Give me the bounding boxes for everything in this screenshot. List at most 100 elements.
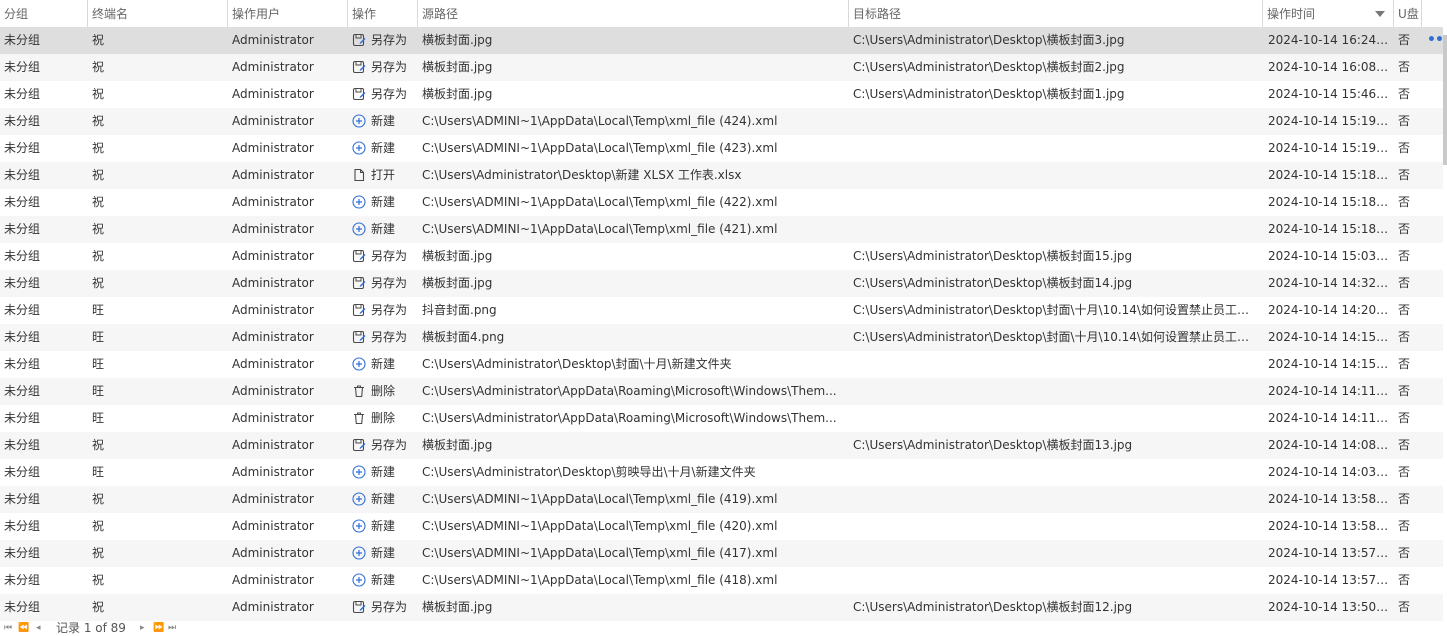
cell-target-path (853, 540, 1257, 567)
col-header-time-label: 操作时间 (1267, 7, 1316, 21)
cell-operation: 另存为 (352, 243, 414, 270)
operation-label: 新建 (371, 195, 396, 209)
table-row[interactable]: 未分组 祝 Administrator 另存为 横板封面.jpg C:\Users\Adm… (0, 54, 1443, 81)
scrollbar-thumb[interactable] (1443, 35, 1447, 165)
cell-terminal: 祝 (92, 87, 105, 101)
cell-time: 2024-10-14 14:11:17 (1268, 384, 1392, 398)
col-header-source-path[interactable]: 源路径 (418, 0, 849, 27)
cell-target-path (853, 486, 1257, 513)
save-as-icon (352, 57, 366, 74)
cell-group: 未分组 (4, 249, 41, 263)
cell-user: Administrator (232, 357, 314, 371)
cell-terminal: 祝 (92, 438, 105, 452)
table-row[interactable]: 未分组 祝 Administrator 另存为 横板封面.jpg C:\Users\Adm… (0, 81, 1443, 108)
cell-source-path: 横板封面.jpg (422, 438, 493, 452)
save-as-icon (352, 300, 366, 317)
cell-time: 2024-10-14 14:03:32 (1268, 465, 1392, 479)
col-header-target-path[interactable]: 目标路径 (849, 0, 1263, 27)
prev-page-icon[interactable]: ◂ (36, 620, 41, 636)
cell-usb: 否 (1398, 384, 1411, 398)
table-row[interactable]: 未分组 旺 Administrator 另存为 抖音封面.png C:\Users\Adm… (0, 297, 1443, 324)
col-header-terminal[interactable]: 终端名 (88, 0, 228, 27)
cell-group: 未分组 (4, 60, 41, 74)
cell-usb: 否 (1398, 465, 1411, 479)
next-page-icon[interactable]: ▸ (140, 620, 145, 636)
cell-time: 2024-10-14 13:57:11 (1268, 546, 1392, 560)
col-header-usb[interactable]: U盘 (1394, 0, 1422, 27)
save-as-icon (352, 327, 366, 344)
cell-usb: 否 (1398, 276, 1411, 290)
cell-usb: 否 (1398, 195, 1411, 209)
cell-time: 2024-10-14 15:19:11 (1268, 141, 1392, 155)
cell-terminal: 祝 (92, 573, 105, 587)
cell-usb: 否 (1398, 438, 1411, 452)
col-header-user[interactable]: 操作用户 (228, 0, 348, 27)
table-row[interactable]: 未分组 旺 Administrator 删除 C:\Users\Administrato… (0, 378, 1443, 405)
cell-time: 2024-10-14 15:46:50 (1268, 87, 1392, 101)
cell-source-path: 横板封面.jpg (422, 249, 493, 263)
cell-source-path: C:\Users\ADMINI~1\AppData\Local\Temp\xml… (422, 222, 778, 236)
table-row[interactable]: 未分组 旺 Administrator 新建 C:\Users\Administrato… (0, 459, 1443, 486)
table-body: 未分组祝 Administrator 另存为 横板封面.jpg C:\Users\Adm… (0, 27, 1447, 621)
cell-source-path: C:\Users\Administrator\AppData\Roaming\M… (422, 411, 837, 425)
cell-operation: 新建 (352, 189, 414, 216)
cell-user: Administrator (232, 60, 314, 74)
last-page-icon[interactable]: ⏭ (168, 620, 176, 636)
new-icon (352, 489, 366, 506)
prev-group-icon[interactable]: ⏪ (18, 620, 29, 636)
table-row[interactable]: 未分组 祝 Administrator 新建 C:\Users\ADMINI~1\App… (0, 567, 1443, 594)
cell-time: 2024-10-14 13:58:12 (1268, 519, 1392, 533)
cell-time: 2024-10-14 15:18:12 (1268, 222, 1392, 236)
save-as-icon (352, 597, 366, 614)
operation-label: 新建 (371, 546, 396, 560)
table-row[interactable]: 未分组 祝 Administrator 新建 C:\Users\ADMINI~1\App… (0, 108, 1443, 135)
cell-target-path (853, 108, 1257, 135)
cell-operation: 另存为 (352, 54, 414, 81)
col-header-time[interactable]: 操作时间 (1263, 0, 1394, 27)
table-row[interactable]: 未分组 旺 Administrator 新建 C:\Users\Administrato… (0, 351, 1443, 378)
table-row[interactable]: 未分组 祝 Administrator 新建 C:\Users\ADMINI~1\App… (0, 135, 1443, 162)
table-row[interactable]: 未分组 祝 Administrator 新建 C:\Users\ADMINI~1\App… (0, 513, 1443, 540)
col-header-operation[interactable]: 操作 (348, 0, 418, 27)
cell-user: Administrator (232, 600, 314, 614)
cell-source-path: 横板封面4.png (422, 330, 505, 344)
cell-target-path (853, 162, 1257, 189)
cell-time: 2024-10-14 15:03:57 (1268, 249, 1392, 263)
vertical-scrollbar[interactable] (1443, 27, 1447, 621)
cell-terminal: 祝 (92, 600, 105, 614)
cell-group: 未分组 (4, 222, 41, 236)
table-row[interactable]: 未分组 旺 Administrator 删除 C:\Users\Administrato… (0, 405, 1443, 432)
col-header-group[interactable]: 分组 (0, 0, 88, 27)
table-row[interactable]: 未分组 祝 Administrator 另存为 横板封面.jpg C:\Users\Adm… (0, 432, 1443, 459)
first-page-icon[interactable]: ⏮ (4, 620, 12, 636)
table-row[interactable]: 未分组 祝 Administrator 新建 C:\Users\ADMINI~1\App… (0, 540, 1443, 567)
cell-time: 2024-10-14 14:32:14 (1268, 276, 1392, 290)
cell-group: 未分组 (4, 303, 41, 317)
table-row[interactable]: 未分组 祝 Administrator 另存为 横板封面.jpg C:\Users\Adm… (0, 594, 1443, 621)
table-row[interactable]: 未分组 祝 Administrator 另存为 横板封面.jpg C:\Users\Adm… (0, 27, 1447, 54)
cell-target-path (853, 378, 1257, 405)
operation-label: 打开 (371, 168, 396, 182)
cell-source-path: C:\Users\ADMINI~1\AppData\Local\Temp\xml… (422, 573, 778, 587)
table-row[interactable]: 未分组 祝 Administrator 新建 C:\Users\ADMINI~1\App… (0, 486, 1443, 513)
save-as-icon (352, 435, 366, 452)
table-row[interactable]: 未分组 祝 Administrator 另存为 横板封面.jpg C:\Users\Adm… (0, 270, 1443, 297)
cell-group: 未分组 (4, 384, 41, 398)
cell-source-path: C:\Users\ADMINI~1\AppData\Local\Temp\xml… (422, 546, 778, 560)
operation-label: 新建 (371, 222, 396, 236)
table-row[interactable]: 未分组 祝 Administrator 打开 C:\Users\Administrato… (0, 162, 1443, 189)
cell-group: 未分组 (4, 276, 41, 290)
cell-terminal: 祝 (92, 60, 105, 74)
table-row[interactable]: 未分组 旺 Administrator 另存为 横板封面4.png C:\Users\Ad… (0, 324, 1443, 351)
sort-desc-icon[interactable] (1375, 11, 1385, 17)
table-row[interactable]: 未分组 祝 Administrator 另存为 横板封面.jpg C:\Users\Adm… (0, 243, 1443, 270)
cell-source-path: C:\Users\ADMINI~1\AppData\Local\Temp\xml… (422, 195, 778, 209)
operation-label: 新建 (371, 141, 396, 155)
next-group-icon[interactable]: ⏩ (153, 620, 164, 636)
cell-terminal: 祝 (92, 222, 105, 236)
table-row[interactable]: 未分组 祝 Administrator 新建 C:\Users\ADMINI~1\App… (0, 189, 1443, 216)
cell-target-path: C:\Users\Administrator\Desktop\封面\十月\10.… (853, 330, 1257, 344)
cell-source-path: C:\Users\ADMINI~1\AppData\Local\Temp\xml… (422, 492, 778, 506)
table-row[interactable]: 未分组 祝 Administrator 新建 C:\Users\ADMINI~1\App… (0, 216, 1443, 243)
cell-operation: 另存为 (352, 432, 414, 459)
